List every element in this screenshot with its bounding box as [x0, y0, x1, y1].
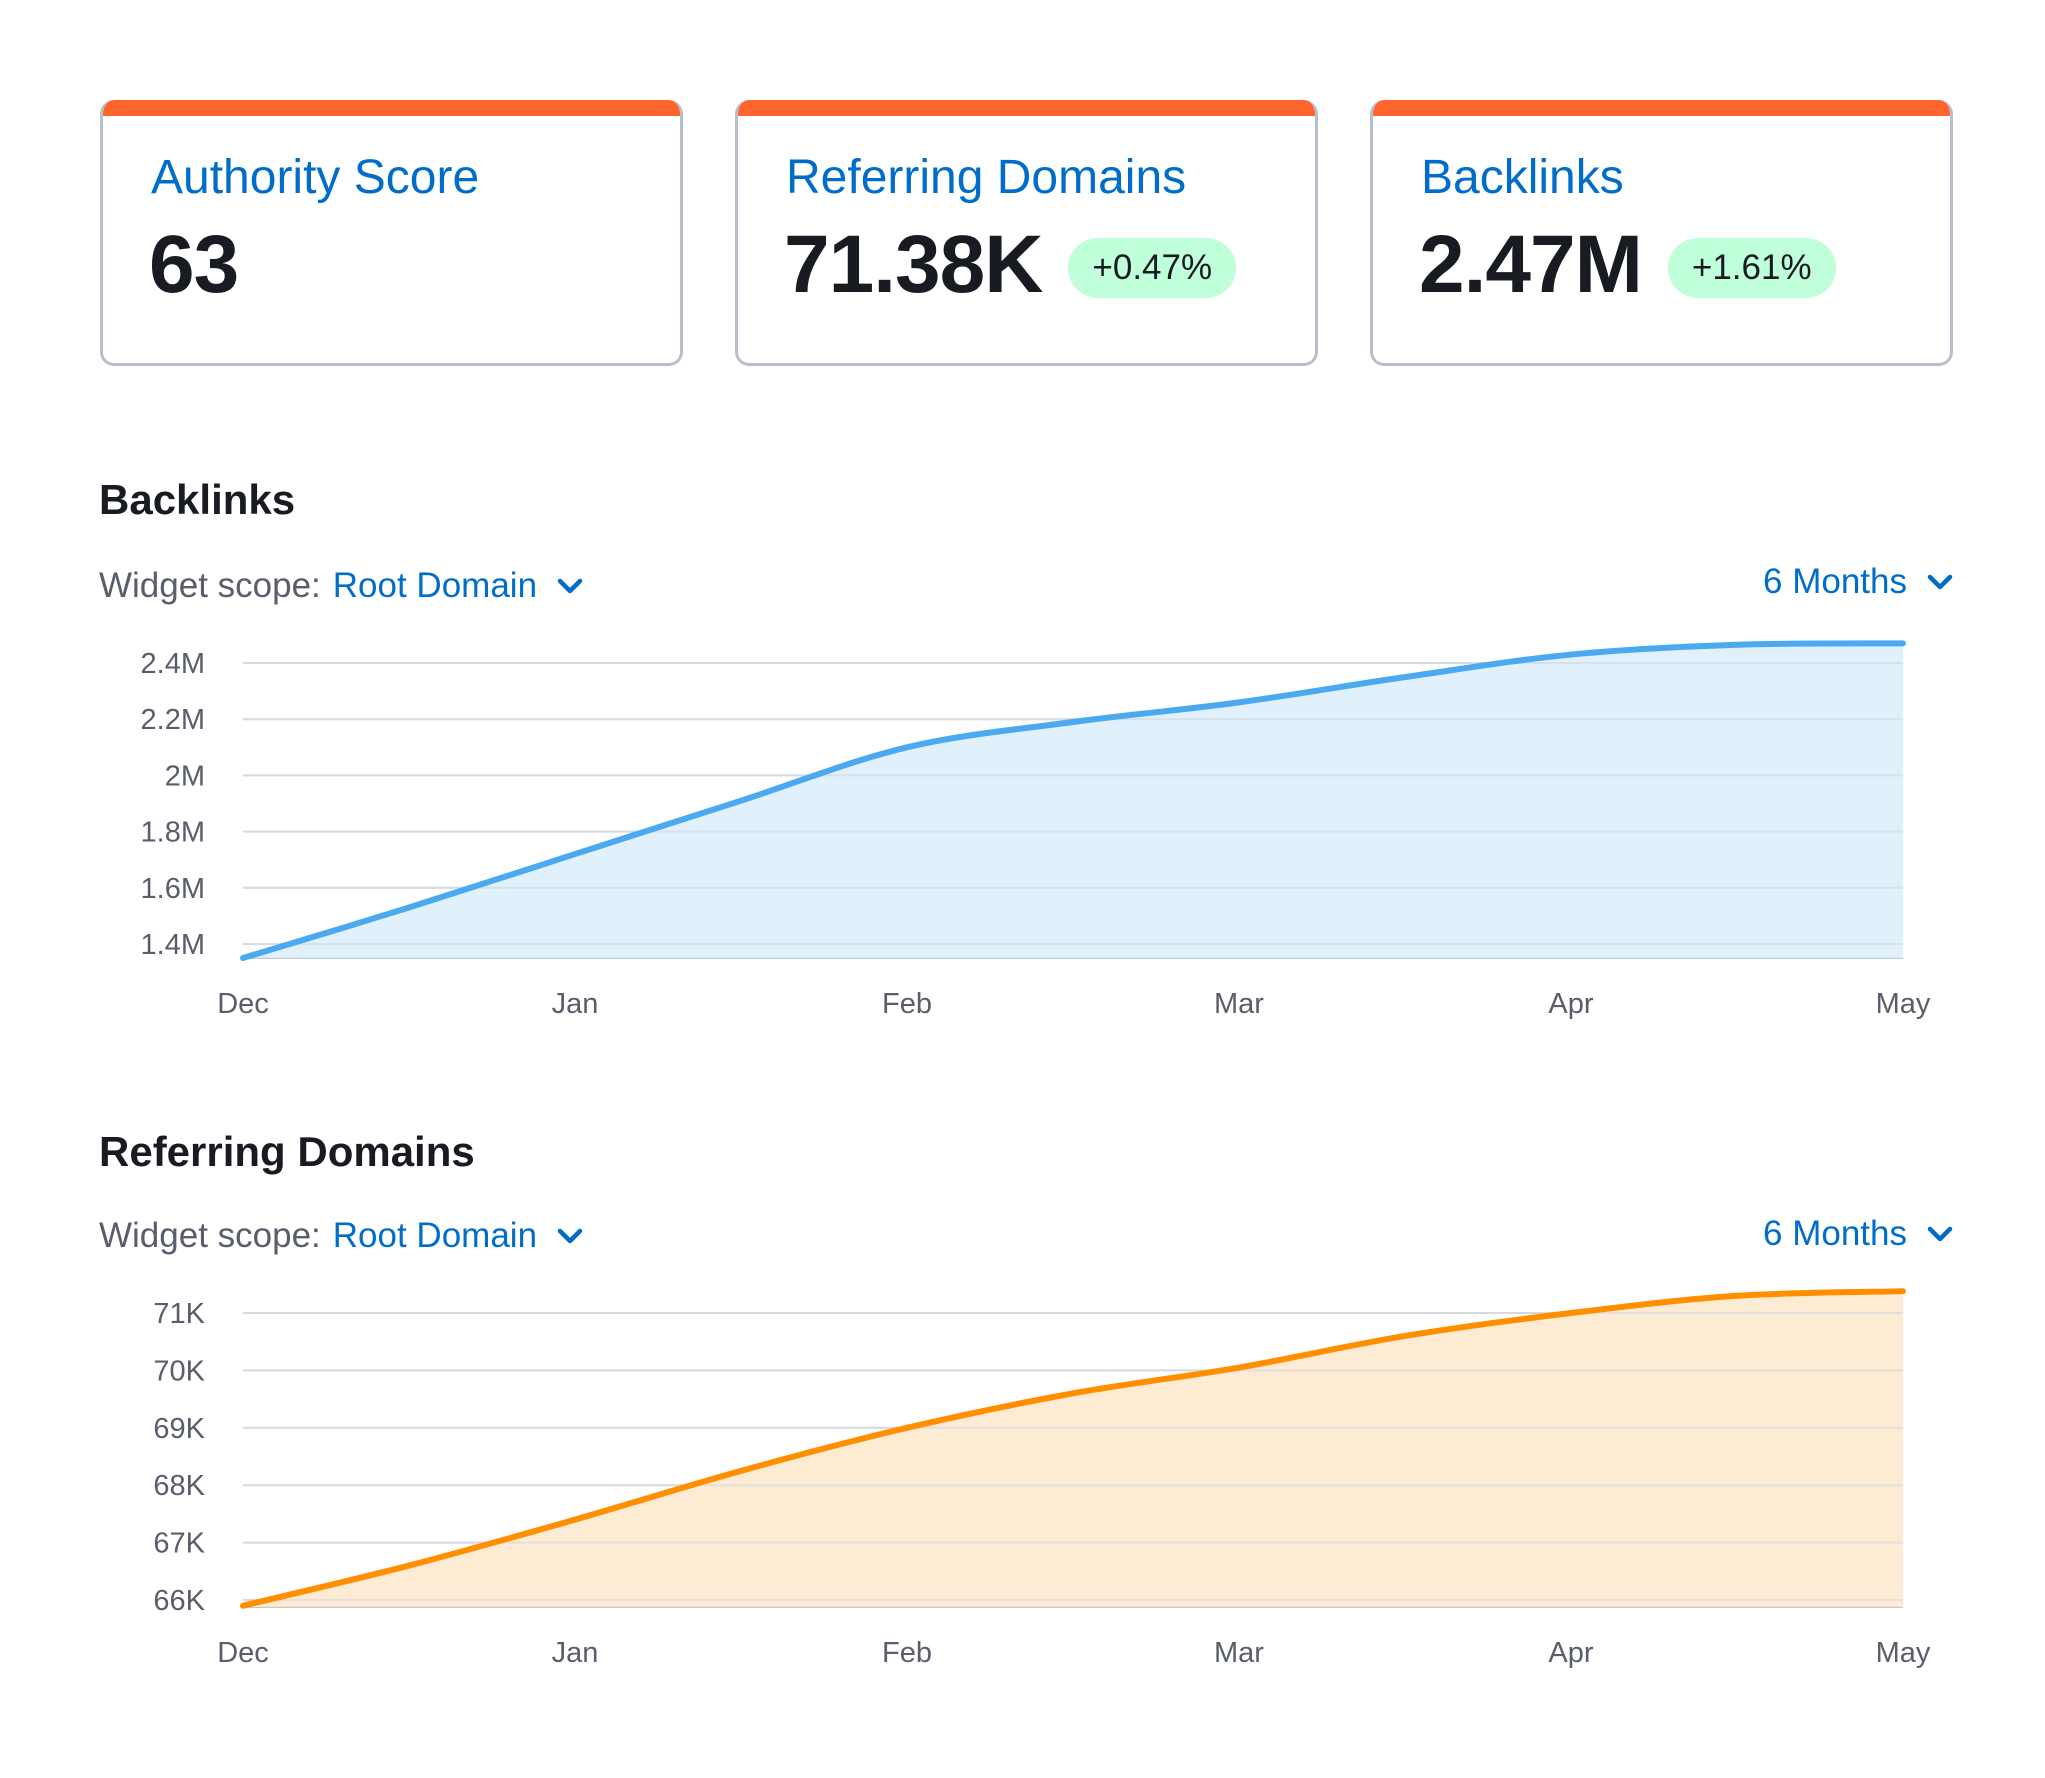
referring-domains-chart: 66K 67K 68K 69K 70K 71K Dec Jan Feb Mar Apr May [153, 1288, 1931, 1669]
data-point[interactable] [1070, 1390, 1076, 1396]
data-point[interactable] [572, 1517, 578, 1523]
y-tick-label: 69K [153, 1413, 205, 1445]
y-tick-label: 71K [153, 1298, 205, 1330]
x-tick-label: Feb [882, 1637, 932, 1669]
data-point[interactable] [1734, 1293, 1740, 1299]
data-point[interactable] [406, 1563, 412, 1569]
x-tick-label: May [1876, 1637, 1931, 1669]
data-point[interactable] [240, 1603, 246, 1609]
x-tick-label: Mar [1214, 1637, 1264, 1669]
data-point[interactable] [1402, 1333, 1408, 1339]
y-tick-label: 66K [153, 1585, 205, 1617]
x-tick-label: Dec [217, 1637, 269, 1669]
y-tick-label: 68K [153, 1470, 205, 1502]
y-tick-label: 70K [153, 1355, 205, 1387]
y-tick-label: 67K [153, 1528, 205, 1560]
data-point[interactable] [738, 1468, 744, 1474]
data-point[interactable] [1900, 1288, 1906, 1294]
x-tick-label: Apr [1548, 1637, 1593, 1669]
data-point[interactable] [1568, 1310, 1574, 1316]
data-point[interactable] [904, 1425, 910, 1431]
data-point[interactable] [1236, 1365, 1242, 1371]
referring-area-fill [243, 1291, 1903, 1607]
x-tick-label: Jan [552, 1637, 599, 1669]
